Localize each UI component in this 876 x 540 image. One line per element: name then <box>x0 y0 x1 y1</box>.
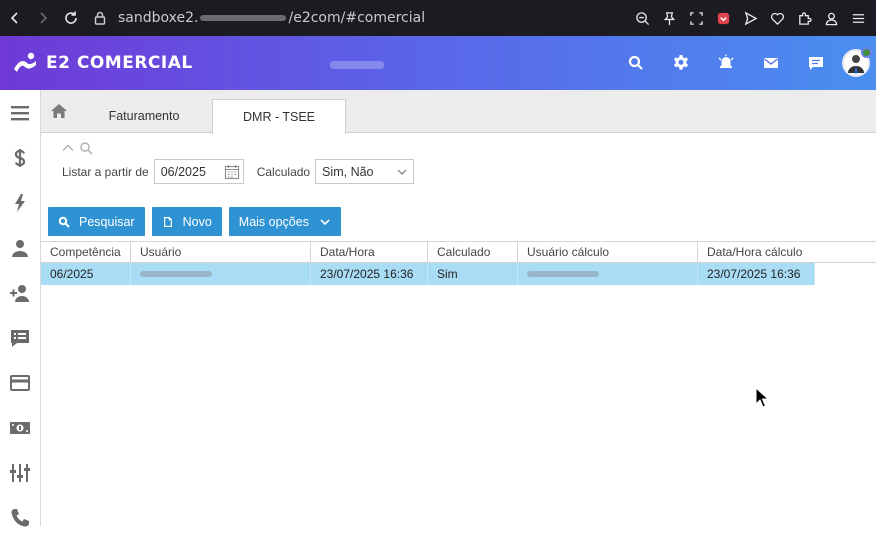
filter-row: Listar a partir de 06/2025 Calculado Sim… <box>62 159 415 184</box>
date-filter-label: Listar a partir de <box>62 164 149 179</box>
main-content: Faturamento DMR - TSEE Listar a partir d… <box>41 90 876 526</box>
date-filter-input[interactable]: 06/2025 <box>153 159 244 184</box>
filter-toggle[interactable] <box>61 141 97 155</box>
app-menu-icon[interactable] <box>845 5 872 31</box>
date-filter-value: 06/2025 <box>160 164 206 179</box>
tab-bar: Faturamento DMR - TSEE <box>41 90 876 134</box>
cell-competencia: 06/2025 <box>41 263 131 285</box>
search-button-label: Pesquisar <box>79 214 135 229</box>
cell-data-hora-calculo: 23/07/2025 16:36 <box>698 263 815 285</box>
forward-icon[interactable] <box>30 5 56 31</box>
sidebar <box>0 90 41 527</box>
column-header-calculado[interactable]: Calculado <box>428 242 518 262</box>
equalizer-icon[interactable] <box>0 450 40 495</box>
chat-icon[interactable] <box>793 43 838 83</box>
new-button-label: Novo <box>182 214 212 229</box>
table-header: Competência Usuário Data/Hora Calculado … <box>41 241 876 263</box>
heart-icon[interactable] <box>764 5 791 31</box>
lock-icon <box>94 11 106 25</box>
extensions-icon[interactable] <box>791 5 818 31</box>
user-icon[interactable] <box>0 225 40 270</box>
search-icon[interactable] <box>79 141 93 155</box>
cell-usuario <box>131 263 311 285</box>
calc-filter-value: Sim, Não <box>322 164 374 179</box>
column-header-usuario-calculo[interactable]: Usuário cálculo <box>518 242 698 262</box>
search-button[interactable]: Pesquisar <box>48 207 145 236</box>
mail-icon[interactable] <box>748 43 793 83</box>
address-bar[interactable]: sandboxe2. /e2com/#comercial <box>92 10 629 26</box>
gear-icon[interactable] <box>658 43 703 83</box>
online-status-dot <box>861 47 872 58</box>
column-header-data-hora-calculo[interactable]: Data/Hora cálculo <box>698 242 876 262</box>
column-header-competencia[interactable]: Competência <box>41 242 131 262</box>
url-redacted <box>200 15 287 21</box>
money-icon[interactable] <box>0 405 40 450</box>
mouse-cursor-icon <box>755 387 769 408</box>
action-buttons: Pesquisar Novo Mais opções <box>48 207 348 236</box>
more-options-label: Mais opções <box>238 214 309 229</box>
chevron-up-icon[interactable] <box>61 141 75 155</box>
table-row[interactable]: 06/2025 23/07/2025 16:36 Sim 23/07/2025 … <box>41 263 876 285</box>
search-icon <box>58 216 70 228</box>
user-plus-icon[interactable] <box>0 270 40 315</box>
tab-faturamento[interactable]: Faturamento <box>85 99 203 133</box>
cell-data-hora: 23/07/2025 16:36 <box>311 263 428 285</box>
browser-toolbar: sandboxe2. /e2com/#comercial <box>0 0 876 36</box>
cell-usuario-calculo <box>518 263 698 285</box>
alarm-bell-icon[interactable] <box>703 43 748 83</box>
tab-dmr-tsee[interactable]: DMR - TSEE <box>212 99 346 134</box>
chevron-down-icon <box>397 169 407 175</box>
e2-logo-icon <box>14 52 36 72</box>
pin-icon[interactable] <box>656 5 683 31</box>
menu-icon[interactable] <box>0 90 40 135</box>
user-avatar[interactable] <box>842 47 872 77</box>
chevron-down-icon <box>320 218 330 225</box>
zoom-icon[interactable] <box>629 5 656 31</box>
results-table: Competência Usuário Data/Hora Calculado … <box>41 241 876 285</box>
url-suffix: /e2com/#comercial <box>288 10 426 26</box>
pocket-icon[interactable] <box>710 5 737 31</box>
list-alt-icon[interactable] <box>0 315 40 360</box>
send-icon[interactable] <box>737 5 764 31</box>
file-icon <box>163 216 172 227</box>
url-prefix: sandboxe2. <box>118 10 199 26</box>
more-options-button[interactable]: Mais opções <box>228 207 341 236</box>
column-header-data-hora[interactable]: Data/Hora <box>311 242 428 262</box>
account-icon[interactable] <box>818 5 845 31</box>
app-logo[interactable]: E2 COMERCIAL <box>12 51 193 75</box>
home-icon[interactable] <box>41 90 77 132</box>
back-icon[interactable] <box>2 5 28 31</box>
reload-icon[interactable] <box>58 5 84 31</box>
search-icon[interactable] <box>613 43 658 83</box>
app-header: E2 COMERCIAL <box>0 36 876 90</box>
column-header-usuario[interactable]: Usuário <box>131 242 311 262</box>
new-button[interactable]: Novo <box>151 207 222 236</box>
dollar-icon[interactable] <box>0 135 40 180</box>
screenshot-icon[interactable] <box>683 5 710 31</box>
phone-icon[interactable] <box>0 495 40 540</box>
cell-calculado: Sim <box>428 263 518 285</box>
calc-filter-label: Calculado <box>256 164 311 179</box>
redacted-user <box>527 271 599 277</box>
bolt-icon[interactable] <box>0 180 40 225</box>
redacted-user <box>140 271 212 277</box>
header-redacted-text <box>329 61 384 69</box>
credit-card-icon[interactable] <box>0 360 40 405</box>
calendar-icon[interactable] <box>224 164 240 180</box>
app-logo-text: E2 COMERCIAL <box>46 53 193 73</box>
calc-filter-select[interactable]: Sim, Não <box>315 159 415 184</box>
